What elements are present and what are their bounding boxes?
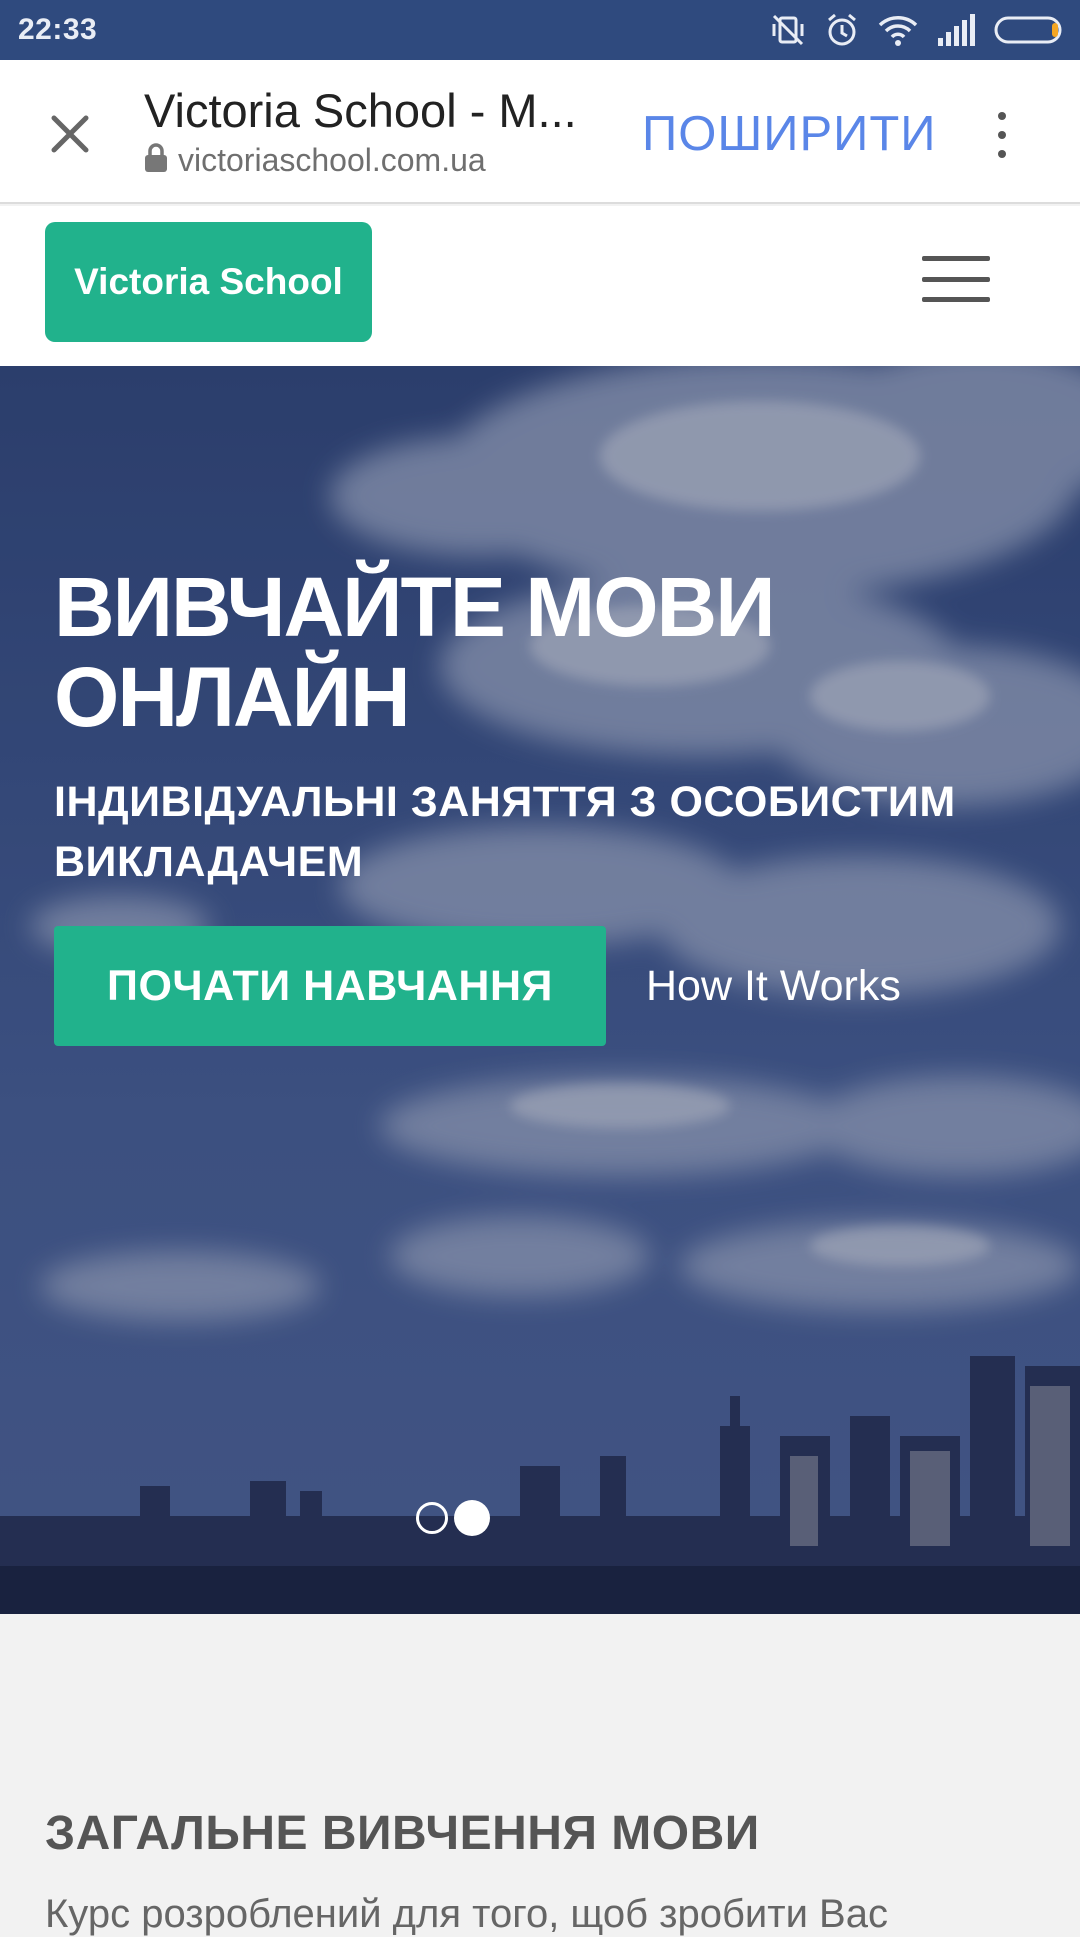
close-icon [51, 115, 89, 153]
slider-dot-1[interactable] [416, 1502, 448, 1534]
slider-dots [416, 1500, 490, 1536]
battery-icon [994, 14, 1066, 46]
general-learning-section: ЗАГАЛЬНЕ ВИВЧЕННЯ МОВИ Курс розроблений … [0, 1614, 1080, 1936]
page-title: Victoria School - М... [144, 84, 577, 137]
hero-slider: ВИВЧАЙТЕ МОВИ ОНЛАЙН ІНДИВІДУАЛЬНІ ЗАНЯТ… [0, 366, 1080, 1614]
url-text: victoriaschool.com.ua [178, 142, 486, 178]
status-bar: 22:33 [0, 0, 1080, 60]
status-time: 22:33 [18, 13, 98, 46]
hero-content: ВИВЧАЙТЕ МОВИ ОНЛАЙН ІНДИВІДУАЛЬНІ ЗАНЯТ… [54, 562, 1034, 1046]
signal-icon [936, 14, 976, 46]
hero-subtitle: ІНДИВІДУАЛЬНІ ЗАНЯТТЯ З ОСОБИСТИМ ВИКЛАД… [54, 778, 956, 886]
logo-button[interactable]: Victoria School [45, 222, 372, 342]
wifi-icon [878, 13, 918, 47]
section-heading: ЗАГАЛЬНЕ ВИВЧЕННЯ МОВИ [45, 1807, 760, 1860]
hero-title: ВИВЧАЙТЕ МОВИ ОНЛАЙН [54, 560, 776, 744]
overflow-menu-button[interactable] [980, 100, 1024, 170]
title-block: Victoria School - М... victoriaschool.co… [144, 82, 614, 179]
vibrate-off-icon [770, 12, 806, 48]
status-icons [770, 12, 1066, 48]
how-it-works-link[interactable]: How It Works [646, 962, 901, 1011]
lock-icon [144, 143, 168, 178]
start-learning-button[interactable]: ПОЧАТИ НАВЧАННЯ [54, 926, 606, 1046]
alarm-icon [824, 12, 860, 48]
section-text: Курс розроблений для того, щоб зробити В… [45, 1892, 888, 1936]
browser-toolbar: Victoria School - М... victoriaschool.co… [0, 60, 1080, 204]
share-button[interactable]: ПОШИРИТИ [642, 104, 937, 164]
close-button[interactable] [38, 102, 102, 166]
slider-dot-2[interactable] [454, 1500, 490, 1536]
hero-actions: ПОЧАТИ НАВЧАННЯ How It Works [54, 926, 1034, 1046]
hamburger-menu-icon[interactable] [922, 256, 990, 302]
site-header: Victoria School [0, 206, 1080, 366]
more-vert-icon [998, 112, 1006, 120]
url-row: victoriaschool.com.ua [144, 142, 614, 179]
